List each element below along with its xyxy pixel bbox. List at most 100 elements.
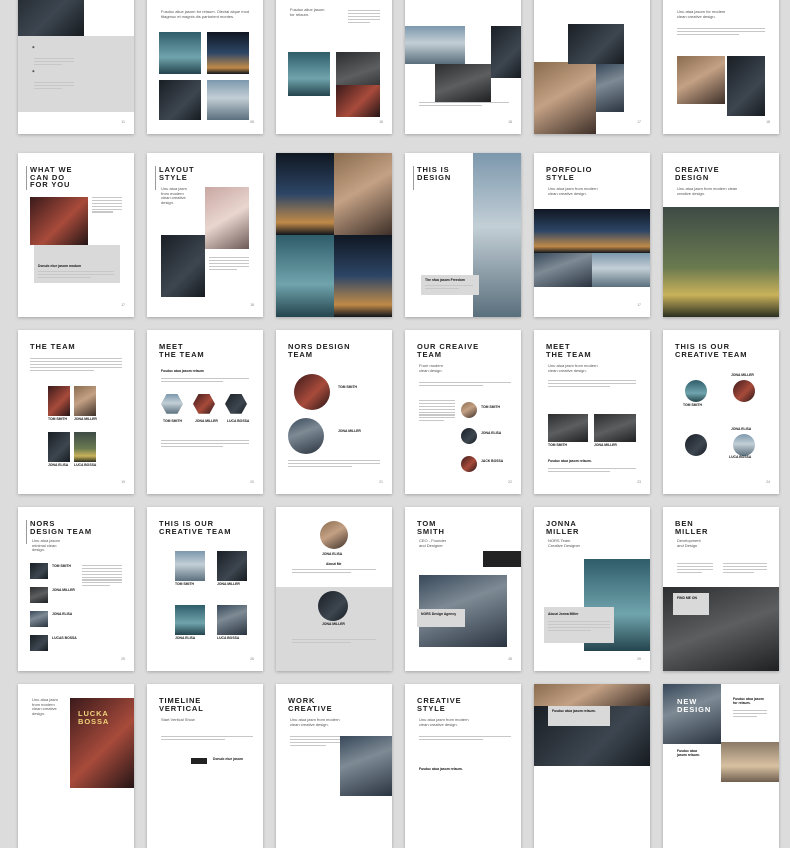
text-line <box>733 710 767 712</box>
photo <box>30 197 88 245</box>
text-line <box>723 571 754 573</box>
body-text-lines <box>82 565 122 588</box>
page-number: 17 <box>121 303 125 307</box>
text-line <box>733 712 767 715</box>
photo <box>217 605 247 635</box>
brochure-page: BEN MILLER30Development and DesignFIND M… <box>663 507 779 671</box>
page-title: WHAT WE CAN DO FOR YOU <box>30 165 73 190</box>
member-name: TOM SMITH <box>683 403 702 407</box>
text-line <box>348 12 380 15</box>
photo <box>74 432 96 462</box>
member-portrait <box>294 374 330 410</box>
text-line <box>161 736 253 738</box>
page-title: OUR CREAIVE TEAM <box>417 342 479 359</box>
member-name: TOM SMITH <box>481 405 500 409</box>
text-line <box>419 417 455 419</box>
body-text-lines <box>288 460 380 469</box>
page-number: 17 <box>637 120 641 124</box>
text-line <box>209 262 249 264</box>
photo <box>30 563 48 579</box>
brochure-page: THIS IS OUR CREATIVE TEAM 24 TOM SMITH JONA… <box>663 330 779 494</box>
text-line <box>82 567 122 570</box>
brochure-page: OUR CREAIVE TEAM 22 Frum modern clean desi… <box>405 330 521 494</box>
page-title: NORS DESIGN TEAM <box>288 342 351 359</box>
text-line <box>209 268 237 270</box>
text-line <box>348 10 380 12</box>
body-text-lines <box>548 621 610 633</box>
brochure-page: CREATIVE STYLE Unu atua jasm from modern … <box>405 684 521 848</box>
page-title: TOM SMITH <box>417 519 445 536</box>
lead-text: Fusduc atua jasom relaum. <box>677 749 700 757</box>
body-text-lines <box>419 400 455 423</box>
text-line <box>34 82 74 84</box>
accent-bar <box>155 166 156 190</box>
text-line <box>419 384 484 387</box>
text-line <box>677 563 713 565</box>
page-number: 22 <box>508 480 512 484</box>
member-name: TOM SMITH <box>52 564 71 568</box>
brochure-page: MEET THE TEAM 23 Unu atua jasm from modern… <box>534 330 650 494</box>
social-icons <box>483 551 521 567</box>
text-line <box>30 369 95 371</box>
about-heading: About Me <box>326 562 342 566</box>
brochure-page: WHAT WE CAN DO FOR YOU 17 Donulc elue jaso… <box>18 153 134 317</box>
text-line <box>348 21 371 23</box>
member-portrait <box>461 428 477 444</box>
text-line <box>161 442 249 445</box>
member-name: JONA ELISA <box>48 463 69 467</box>
text-line <box>34 58 74 60</box>
photo <box>175 551 205 581</box>
page-title: CREATIVE STYLE <box>417 696 462 713</box>
brochure-page: TIMELINE VERTICAL Start Vertical Show Donu… <box>147 684 263 848</box>
body-text-lines <box>290 736 342 748</box>
text-line <box>30 366 122 368</box>
brochure-page: Fusduc atua jasom relaum. <box>534 684 650 848</box>
text-line <box>92 208 122 210</box>
body-text-lines <box>419 382 511 388</box>
body-text-lines <box>292 569 376 575</box>
page-title: THIS IS OUR CREATIVE TEAM <box>159 519 232 536</box>
phone-icon: ◈ <box>32 69 35 73</box>
text-line <box>292 641 351 644</box>
photo <box>18 0 84 36</box>
member-portrait-hex <box>193 394 215 414</box>
photo <box>534 684 650 706</box>
text-line <box>419 402 455 405</box>
body-text-lines <box>30 358 122 372</box>
member-portrait-hex <box>161 394 183 414</box>
body-text-lines <box>425 285 473 291</box>
text-line <box>419 736 511 738</box>
text-line <box>723 565 767 568</box>
member-name: JONA MILLER <box>52 588 75 592</box>
body-text-lines <box>161 736 253 742</box>
brochure-page: PORFOLIO STYLE 17 Unu atua jasm from moder… <box>534 153 650 317</box>
photo <box>677 56 725 104</box>
page-number: 28 <box>508 657 512 661</box>
page-subtitle: Unu atua jasm from modern clean creative… <box>419 717 469 727</box>
body-text-lines <box>34 58 74 67</box>
text-line <box>290 741 342 743</box>
member-name: TOM SMITH <box>338 385 357 389</box>
text-line <box>723 568 767 570</box>
page-title: WORK CREATIVE <box>288 696 333 713</box>
member-name: JACK BOSSA <box>481 459 504 463</box>
text-line <box>419 738 484 741</box>
photo <box>30 587 48 603</box>
member-name: JONA ELISA <box>175 636 196 640</box>
member-name: JONA MILLER <box>322 622 345 626</box>
text-line <box>92 197 122 199</box>
page-subtitle: Development and Design <box>677 538 701 548</box>
page-subtitle: Frum modern clean design. <box>419 363 444 373</box>
body-text-lines <box>161 440 249 449</box>
photo <box>336 85 380 117</box>
body-text-lines <box>419 736 511 742</box>
body-text-lines <box>38 271 114 280</box>
photo <box>207 32 249 74</box>
member-name: LUCA BOSSA <box>74 463 97 467</box>
member-name: TOM SMITH <box>548 443 567 447</box>
text-line <box>161 738 226 741</box>
text-line <box>677 565 713 568</box>
photo <box>491 26 521 78</box>
accent-bar <box>26 520 27 544</box>
brochure-page: DESIGN18Fusduc aliue jasom for relaum. <box>276 0 392 134</box>
